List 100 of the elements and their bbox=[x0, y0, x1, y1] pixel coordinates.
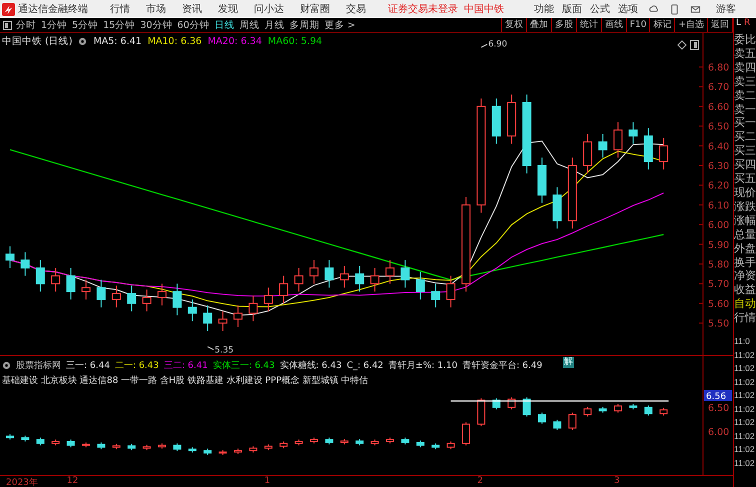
candlestick bbox=[416, 271, 425, 300]
candlestick bbox=[552, 186, 562, 230]
panel-icon[interactable] bbox=[690, 40, 699, 50]
candlestick bbox=[21, 435, 30, 442]
candlestick bbox=[279, 275, 288, 304]
price-tick: 6.50 bbox=[708, 403, 730, 414]
quote-field-label: 外盘 bbox=[734, 242, 756, 256]
candlestick bbox=[598, 133, 608, 158]
candlestick bbox=[628, 122, 638, 144]
price-tick: 5.70 bbox=[708, 279, 730, 290]
cloud-icon[interactable] bbox=[648, 4, 659, 14]
price-callout: 6.90 bbox=[480, 39, 508, 50]
menu-item[interactable]: 选项 bbox=[618, 2, 638, 16]
candlestick bbox=[583, 133, 592, 174]
period-tab[interactable]: 分时 bbox=[16, 18, 36, 32]
settings-icon[interactable] bbox=[2, 361, 11, 370]
candlestick bbox=[416, 440, 424, 448]
candlestick bbox=[52, 439, 60, 446]
quote-field-label: 卖三 bbox=[734, 74, 756, 89]
ma-legend-value: MA20: 6.34 bbox=[208, 36, 262, 47]
indicator-value: C_: 6.42 bbox=[346, 360, 384, 370]
period-tab[interactable]: 日线 bbox=[214, 18, 234, 32]
period-tab[interactable]: 5分钟 bbox=[72, 18, 98, 32]
period-tab[interactable]: 15分钟 bbox=[103, 18, 136, 32]
menu-item[interactable]: 问小达 bbox=[254, 2, 284, 16]
candlestick bbox=[203, 304, 212, 332]
price-tick: 6.20 bbox=[708, 180, 730, 192]
candlestick bbox=[584, 406, 592, 418]
candlestick bbox=[614, 404, 622, 414]
trade-time: 11:02 bbox=[734, 389, 756, 402]
candlestick bbox=[553, 419, 562, 430]
candlestick bbox=[264, 287, 273, 312]
menu-item[interactable]: 公式 bbox=[590, 2, 610, 16]
menu-item[interactable]: 资讯 bbox=[182, 2, 202, 16]
concept-tags: 基础建设 北京板块 通达信88 一带一路 含H股 铁路基建 水利建设 PPP概念 新型城镇 中特估 bbox=[2, 374, 542, 387]
candlestick bbox=[310, 260, 318, 284]
candlestick bbox=[644, 128, 653, 170]
candlestick bbox=[462, 422, 470, 446]
indicator-value: 三一: 6.44 bbox=[66, 360, 110, 372]
ma-legend-value: MA5: 6.41 bbox=[93, 36, 142, 47]
menu-item[interactable]: 功能 bbox=[534, 2, 554, 16]
candlestick bbox=[142, 289, 152, 312]
menu-item[interactable]: 市场 bbox=[146, 2, 166, 16]
period-tab[interactable]: 60分钟 bbox=[177, 18, 210, 32]
panel-switch[interactable]: L bbox=[736, 18, 742, 33]
candlestick bbox=[82, 279, 90, 300]
menu-item[interactable]: 交易 bbox=[346, 2, 366, 16]
price-callout: 5.35 bbox=[207, 346, 234, 355]
quote-field-label: 卖五 bbox=[734, 46, 756, 61]
period-tab[interactable]: 周线 bbox=[239, 18, 260, 32]
chart-title: 中国中铁 (日线) bbox=[2, 35, 72, 48]
quote-field-label: 现价 bbox=[734, 186, 756, 200]
trade-time: 11:02 bbox=[734, 443, 756, 456]
quote-field-label: 总量 bbox=[734, 228, 756, 242]
user-label[interactable]: 游客 bbox=[716, 2, 736, 16]
period-tab[interactable]: 月线 bbox=[264, 18, 284, 32]
candlestick bbox=[386, 260, 394, 284]
phone-icon[interactable] bbox=[669, 4, 680, 14]
menu-item[interactable]: 行情 bbox=[110, 2, 130, 16]
quote-field-label: 买五 bbox=[734, 172, 756, 186]
quote-field-label: 卖二 bbox=[734, 88, 756, 103]
candlestick bbox=[492, 98, 501, 144]
candlestick bbox=[659, 137, 668, 170]
candlestick bbox=[96, 279, 106, 308]
candlestick bbox=[234, 304, 242, 328]
candlestick bbox=[36, 260, 45, 292]
panel-toggle-icon[interactable] bbox=[3, 20, 12, 30]
indicator-value: 二一: 6.43 bbox=[114, 360, 159, 372]
login-notice: 证券交易未登录 bbox=[388, 2, 458, 16]
price-tick: 5.80 bbox=[708, 260, 730, 270]
candlestick bbox=[522, 396, 531, 418]
panel-switch[interactable]: R bbox=[744, 18, 750, 33]
diamond-icon[interactable] bbox=[677, 40, 687, 50]
candlestick bbox=[431, 283, 440, 308]
menu-item[interactable]: 发现 bbox=[218, 2, 238, 16]
period-tab[interactable]: 多周期 bbox=[289, 18, 320, 32]
candlestick bbox=[370, 267, 380, 292]
price-tick: 6.00 bbox=[708, 427, 730, 438]
candlestick bbox=[66, 267, 76, 300]
quote-field-label: 收益 bbox=[734, 283, 756, 298]
menu-item[interactable]: 财富圈 bbox=[300, 2, 330, 16]
quote-field-label: 卖四 bbox=[734, 60, 756, 75]
price-tick: 6.30 bbox=[708, 161, 730, 172]
date-tick: 2023年 bbox=[6, 476, 38, 487]
candlestick bbox=[280, 440, 288, 449]
signal-marker: 解 bbox=[563, 357, 574, 368]
mail-icon[interactable] bbox=[690, 4, 701, 14]
candlestick bbox=[128, 443, 136, 451]
indicator-value: 青轩资金平台: 6.49 bbox=[462, 360, 542, 372]
ma-legend-value: MA60: 5.94 bbox=[268, 36, 322, 47]
menu-item[interactable]: 版面 bbox=[562, 2, 582, 16]
trade-time: 11:02 bbox=[734, 416, 756, 430]
quote-field-label: 买二 bbox=[734, 130, 756, 144]
period-tab[interactable]: 30分钟 bbox=[140, 18, 172, 32]
candlestick bbox=[340, 265, 349, 288]
price-tick: 5.50 bbox=[708, 318, 730, 330]
candlestick bbox=[249, 446, 258, 454]
period-tab[interactable]: 1分钟 bbox=[41, 18, 68, 32]
settings-icon[interactable] bbox=[78, 37, 88, 46]
period-tab[interactable]: 更多 > bbox=[324, 18, 356, 32]
